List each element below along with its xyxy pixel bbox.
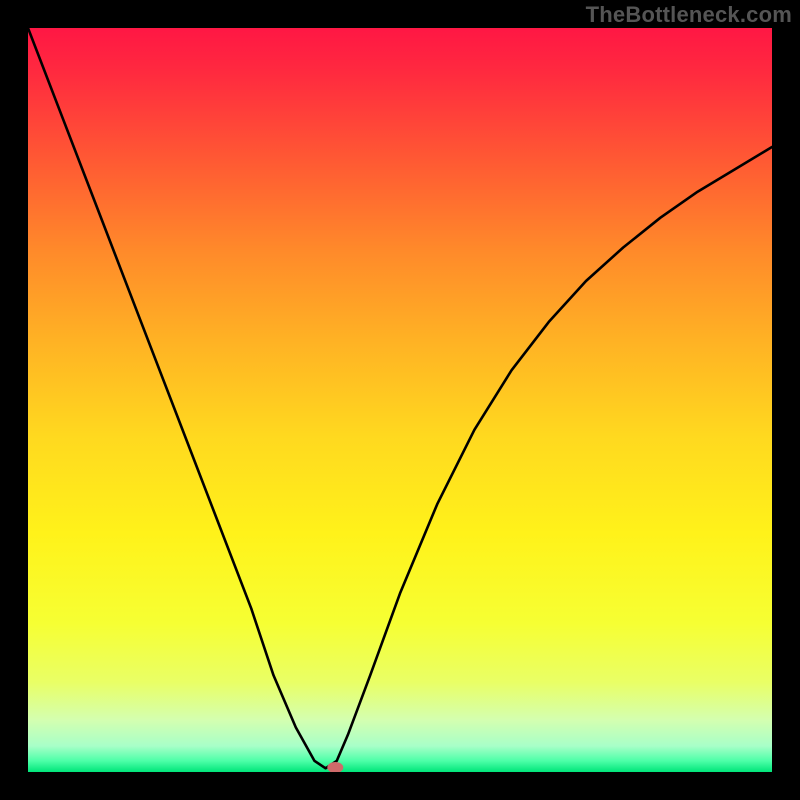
chart-svg [28, 28, 772, 772]
chart-frame: TheBottleneck.com [0, 0, 800, 800]
plot-area [28, 28, 772, 772]
gradient-background [28, 28, 772, 772]
watermark-text: TheBottleneck.com [586, 2, 792, 28]
